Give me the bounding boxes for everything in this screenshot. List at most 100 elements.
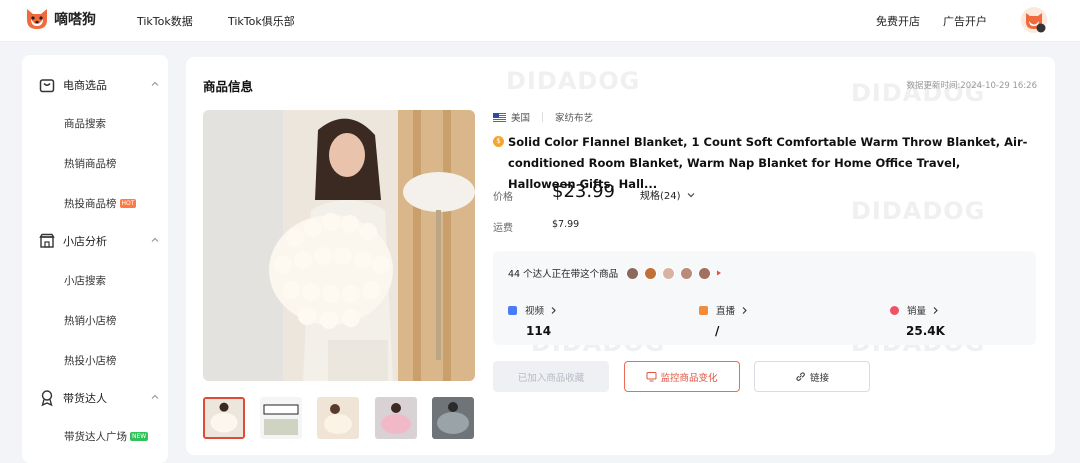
thumbnail-photo <box>432 397 474 439</box>
avatar <box>644 266 658 280</box>
sidebar-section-label: 小店分析 <box>63 235 107 248</box>
sidebar-section-kol[interactable]: 带货达人 <box>38 389 160 407</box>
sidebar-section-store[interactable]: 小店分析 <box>38 232 160 250</box>
collected-button[interactable]: 已加入商品收藏 <box>493 361 609 392</box>
app-name: 嘀嗒狗 <box>54 12 96 28</box>
nav-tiktok-data[interactable]: TikTok数据 <box>137 13 193 29</box>
product-photo <box>203 110 475 381</box>
us-flag-icon <box>493 112 506 122</box>
sidebar-item-label: 热投小店榜 <box>64 355 117 367</box>
avatar <box>680 266 694 280</box>
product-thumbnail[interactable] <box>375 397 417 439</box>
country-label: 美国 <box>511 113 531 124</box>
sidebar-item-product-search[interactable]: 商品搜索 <box>64 116 106 131</box>
avatar <box>662 266 676 280</box>
thumbnail-photo <box>317 397 359 439</box>
product-thumbnail[interactable] <box>203 397 245 439</box>
user-avatar[interactable] <box>1021 7 1047 33</box>
chevron-down-icon <box>687 192 694 197</box>
sidebar-section-label: 带货达人 <box>63 392 107 405</box>
thumbnail-photo <box>375 397 417 439</box>
video-icon <box>508 305 517 315</box>
product-main-image[interactable] <box>203 110 475 381</box>
stat-label: 直播 <box>716 306 736 317</box>
sidebar-item-label: 热投商品榜 <box>64 198 117 210</box>
chevron-right-icon <box>933 306 938 314</box>
monitor-button[interactable]: 监控商品变化 <box>624 361 740 392</box>
stat-label: 销量 <box>907 306 927 317</box>
stat-live[interactable]: 直播 <box>699 303 749 317</box>
stat-value: 25.4K <box>906 324 945 338</box>
button-label: 监控商品变化 <box>660 372 718 384</box>
sidebar-item-store-search[interactable]: 小店搜索 <box>64 273 106 288</box>
sidebar-item-hot-stores[interactable]: 热销小店榜 <box>64 313 117 328</box>
sidebar-item-kol-plaza[interactable]: 带货达人广场 NEW <box>64 429 149 444</box>
new-badge: NEW <box>130 432 149 441</box>
sidebar-item-hot-products[interactable]: 热销商品榜 <box>64 156 117 171</box>
product-thumbnail[interactable] <box>432 397 474 439</box>
sidebar-item-ad-products[interactable]: 热投商品榜 HOT <box>64 196 137 211</box>
sidebar-item-label: 带货达人广场 <box>64 431 127 443</box>
price-value: $23.99 <box>552 181 615 202</box>
thumbnail-photo <box>205 399 243 437</box>
caret-right-icon <box>717 270 722 276</box>
kol-avatars <box>626 266 716 280</box>
stat-sales[interactable]: 销量 <box>890 303 940 317</box>
kol-count-text: 44 个达人正在带这个商品 <box>508 269 619 280</box>
sidebar: 电商选品 商品搜索 热销商品榜 热投商品榜 HOT 小店分析 小店搜索 热销小店… <box>22 55 168 463</box>
stats-panel: 44 个达人正在带这个商品 视频 114 直播 / 销量 25.4K <box>493 251 1036 345</box>
shipping-value: $7.99 <box>552 219 580 230</box>
monitor-icon <box>646 372 657 382</box>
nav-free-store[interactable]: 免费开店 <box>876 13 920 29</box>
stat-value: 114 <box>526 324 552 338</box>
spec-label: 规格(24) <box>640 191 681 202</box>
stat-videos[interactable]: 视频 <box>508 303 558 317</box>
coin-icon: $ <box>493 136 504 147</box>
fire-icon <box>890 305 899 315</box>
sidebar-section-ecommerce[interactable]: 电商选品 <box>38 76 160 94</box>
nav-ad-account[interactable]: 广告开户 <box>943 13 987 29</box>
link-icon <box>796 372 805 381</box>
sidebar-item-label: 商品搜索 <box>64 118 106 130</box>
thumbnail-photo <box>260 397 302 439</box>
product-thumbnail[interactable] <box>317 397 359 439</box>
live-icon <box>699 305 708 315</box>
top-bar: 嘀嗒狗 TikTok数据 TikTok俱乐部 免费开店 广告开户 <box>0 0 1080 42</box>
link-button[interactable]: 链接 <box>754 361 870 392</box>
price-label: 价格 <box>493 192 513 203</box>
award-icon <box>41 390 53 407</box>
stat-value: / <box>715 324 720 338</box>
nav-tiktok-club[interactable]: TikTok俱乐部 <box>228 13 295 29</box>
chevron-up-icon <box>151 237 159 242</box>
dog-logo-icon <box>27 9 47 29</box>
sidebar-item-label: 小店搜索 <box>64 275 106 287</box>
product-info-card: DIDADOG DIDADOG DIDADOG DIDADOG DIDADOG … <box>186 57 1055 455</box>
chevron-right-icon <box>742 306 747 314</box>
category-label: 家纺布艺 <box>555 113 594 124</box>
sidebar-item-label: 热销小店榜 <box>64 315 117 327</box>
shopping-bag-icon <box>39 79 55 93</box>
section-title: 商品信息 <box>203 79 254 94</box>
watermark: DIDADOG <box>851 197 986 225</box>
avatar <box>626 266 640 280</box>
watermark: DIDADOG <box>506 67 641 95</box>
hot-badge: HOT <box>119 199 137 208</box>
sidebar-section-label: 电商选品 <box>63 79 107 92</box>
update-time: 数据更新时间:2024-10-29 16:26 <box>906 81 1037 91</box>
chevron-up-icon <box>151 394 159 399</box>
shipping-label: 运费 <box>493 223 513 234</box>
chevron-right-icon <box>551 306 556 314</box>
button-label: 链接 <box>809 372 829 384</box>
product-thumbnail[interactable] <box>260 397 302 439</box>
kol-count[interactable]: 44 个达人正在带这个商品 <box>508 266 722 280</box>
divider <box>542 112 544 122</box>
spec-dropdown[interactable]: 规格(24) <box>640 187 696 202</box>
sidebar-item-ad-stores[interactable]: 热投小店榜 <box>64 353 117 368</box>
sidebar-item-label: 热销商品榜 <box>64 158 117 170</box>
store-icon <box>39 233 55 248</box>
chevron-up-icon <box>151 81 159 86</box>
avatar <box>698 266 712 280</box>
stat-label: 视频 <box>525 306 545 317</box>
logo[interactable]: 嘀嗒狗 <box>24 7 96 31</box>
button-label: 已加入商品收藏 <box>517 372 585 384</box>
